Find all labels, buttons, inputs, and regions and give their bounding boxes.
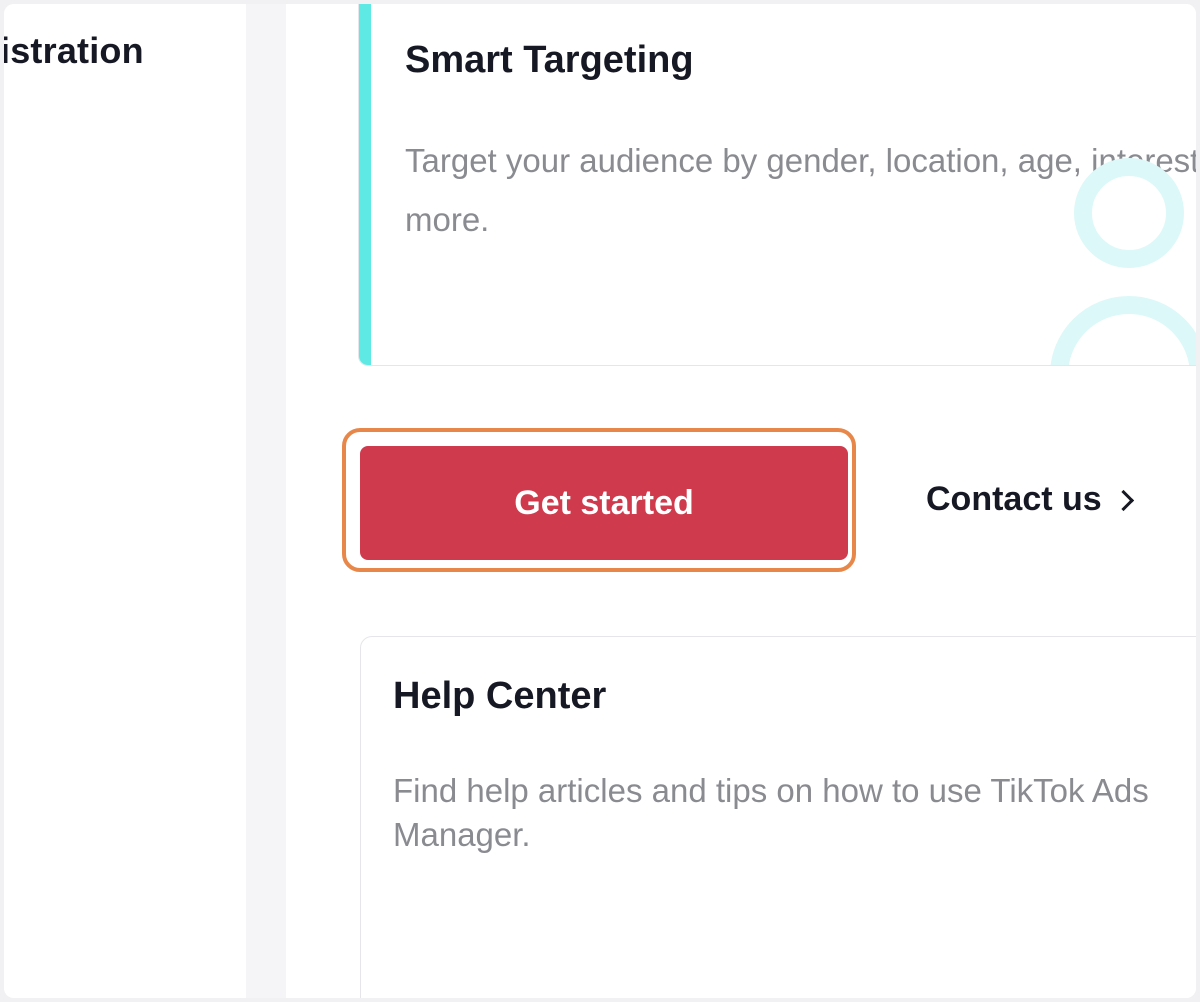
panel-divider: [246, 4, 286, 998]
card-accent-bar: [359, 4, 371, 365]
get-started-button[interactable]: Get started: [360, 446, 848, 560]
help-center-title: Help Center: [393, 675, 607, 717]
help-center-description: Find help articles and tips on how to us…: [393, 772, 1149, 853]
contact-us-label: Contact us: [926, 480, 1102, 518]
chevron-right-icon: [1112, 489, 1134, 512]
audience-group-icon: [1050, 158, 1196, 365]
left-sidebar: istration: [4, 4, 246, 998]
page-frame: istration Smart Targeting Target your au…: [4, 4, 1196, 998]
main-content: Smart Targeting Target your audience by …: [286, 4, 1196, 998]
card-title: Smart Targeting: [405, 39, 694, 81]
contact-us-link[interactable]: Contact us: [926, 480, 1134, 519]
help-center-card[interactable]: Help Center Find help articles and tips …: [360, 636, 1196, 998]
smart-targeting-card: Smart Targeting Target your audience by …: [358, 4, 1196, 366]
sidebar-heading: istration: [4, 30, 144, 71]
